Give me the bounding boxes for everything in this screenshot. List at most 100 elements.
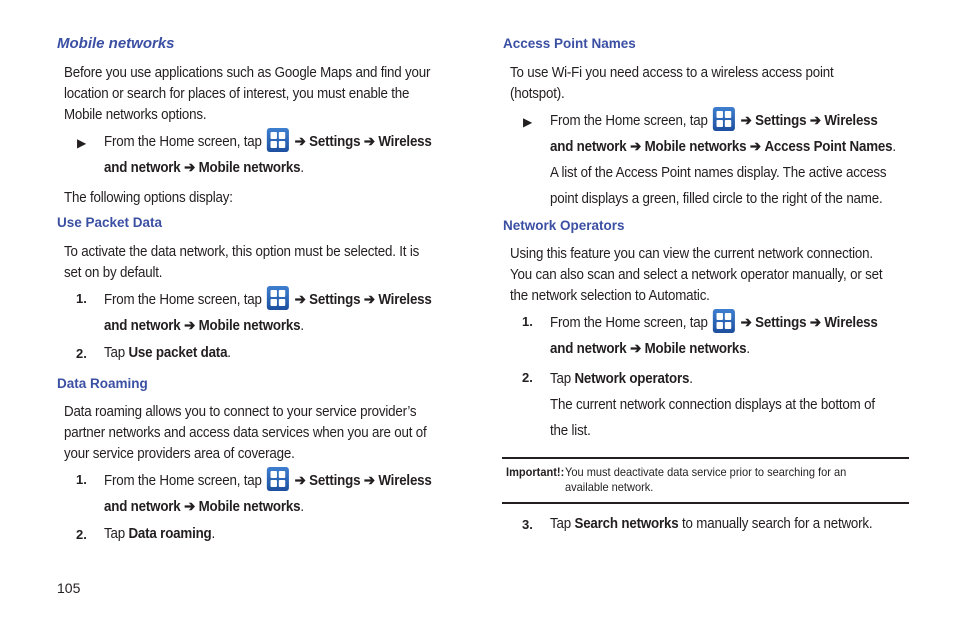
important-note: You must deactivate data service prior t…: [565, 465, 846, 495]
text-line: Mobile networks options.: [64, 107, 207, 123]
step-text: Tap: [104, 526, 129, 542]
bullet-triangle-icon: ▶: [77, 136, 87, 150]
data-roaming-step1: From the Home screen, tap ➔ Settings ➔ W…: [104, 467, 432, 520]
step-text: Tap: [550, 516, 575, 532]
menu-path-wireless: Wireless: [824, 113, 878, 129]
text-line: To use Wi-Fi you need access to a wirele…: [510, 65, 834, 81]
arrow-icon: ➔: [363, 134, 375, 150]
arrow-icon: ➔: [809, 113, 821, 129]
text-line: (hotspot).: [510, 86, 565, 102]
menu-path-settings: Settings: [309, 473, 361, 489]
text-line: The current network connection displays …: [550, 397, 875, 413]
menu-path-wireless: Wireless: [378, 473, 432, 489]
text-line: partner networks and access data service…: [64, 425, 427, 441]
text-line: Before you use applications such as Goog…: [64, 65, 431, 81]
heading-access-point-names: Access Point Names: [503, 36, 636, 51]
arrow-icon: ➔: [740, 315, 752, 331]
arrow-icon: ➔: [294, 292, 306, 308]
menu-path-wireless: Wireless: [378, 292, 432, 308]
note-bottom-rule: [502, 502, 909, 504]
step-text: to manually search for a network.: [678, 516, 873, 532]
data-roaming-intro: Data roaming allows you to connect to yo…: [64, 402, 427, 465]
page-number: 105: [57, 580, 81, 596]
arrow-icon: ➔: [294, 473, 306, 489]
data-roaming-step2: Tap Data roaming.: [104, 524, 215, 545]
use-packet-data-intro: To activate the data network, this optio…: [64, 242, 419, 284]
heading-network-operators: Network Operators: [503, 218, 625, 233]
mobile-networks-intro: Before you use applications such as Goog…: [64, 63, 430, 126]
period: .: [746, 341, 750, 357]
option-name: Data roaming: [128, 526, 212, 542]
arrow-icon: ➔: [184, 318, 196, 334]
option-name: Network operators: [574, 371, 690, 387]
step-number: 1.: [76, 291, 87, 306]
arrow-icon: ➔: [749, 139, 761, 155]
network-operators-step3: Tap Search networks to manually search f…: [550, 514, 873, 535]
arrow-icon: ➔: [363, 473, 375, 489]
step-text: From the Home screen, tap: [104, 134, 262, 150]
step-text: Tap: [104, 345, 129, 361]
text-line: point displays a green, filled circle to…: [550, 191, 883, 207]
text-line: set on by default.: [64, 265, 163, 281]
arrow-icon: ➔: [630, 139, 642, 155]
use-packet-data-step1: From the Home screen, tap ➔ Settings ➔ W…: [104, 286, 432, 339]
text-line: location or search for places of interes…: [64, 86, 410, 102]
period: .: [689, 371, 693, 387]
menu-path-and-network: and network: [104, 160, 181, 176]
apps-grid-icon: [713, 309, 736, 333]
menu-path-and-network: and network: [550, 341, 627, 357]
apps-grid-icon: [267, 128, 290, 152]
heading-use-packet-data: Use Packet Data: [57, 215, 163, 230]
step-text: From the Home screen, tap: [550, 113, 708, 129]
text-line: the network selection to Automatic.: [510, 288, 710, 304]
network-operators-intro: Using this feature you can view the curr…: [510, 244, 883, 307]
following-options-text: The following options display:: [64, 190, 233, 206]
step-text: From the Home screen, tap: [550, 315, 708, 331]
period: .: [300, 318, 304, 334]
apps-grid-icon: [267, 467, 290, 491]
menu-path-and-network: and network: [104, 499, 181, 515]
text-line: Data roaming allows you to connect to yo…: [64, 404, 417, 420]
menu-path-settings: Settings: [309, 134, 361, 150]
option-name: Use packet data: [128, 345, 228, 361]
step-number: 1.: [522, 314, 533, 329]
apps-grid-icon: [713, 107, 736, 131]
text-line: your service providers area of coverage.: [64, 446, 295, 462]
arrow-icon: ➔: [294, 134, 306, 150]
bullet-triangle-icon: ▶: [523, 115, 533, 129]
text-line: Using this feature you can view the curr…: [510, 246, 873, 262]
period: .: [300, 160, 304, 176]
step-number: 2.: [76, 527, 87, 542]
menu-path-settings: Settings: [755, 113, 807, 129]
menu-path-and-network: and network: [104, 318, 181, 334]
arrow-icon: ➔: [630, 341, 642, 357]
menu-path-mobile-networks: Mobile networks: [644, 139, 747, 155]
step-number: 3.: [522, 517, 533, 532]
network-operators-step1: From the Home screen, tap ➔ Settings ➔ W…: [550, 309, 878, 362]
step-text: From the Home screen, tap: [104, 473, 262, 489]
step-text: Tap: [550, 371, 575, 387]
apn-step: From the Home screen, tap ➔ Settings ➔ W…: [550, 107, 896, 212]
text-line: You can also scan and select a network o…: [510, 267, 883, 283]
apps-grid-icon: [267, 286, 290, 310]
network-operators-step2: Tap Network operators. The current netwo…: [550, 366, 875, 444]
text-line: To activate the data network, this optio…: [64, 244, 420, 260]
period: .: [300, 499, 304, 515]
period: .: [892, 139, 896, 155]
menu-path-mobile-networks: Mobile networks: [198, 318, 301, 334]
arrow-icon: ➔: [184, 499, 196, 515]
heading-data-roaming: Data Roaming: [57, 376, 148, 391]
arrow-icon: ➔: [740, 113, 752, 129]
menu-path-wireless: Wireless: [824, 315, 878, 331]
step-number: 2.: [76, 346, 87, 361]
text-line: the list.: [550, 423, 591, 439]
period: .: [211, 526, 216, 542]
period: .: [227, 345, 231, 361]
heading-mobile-networks: Mobile networks: [57, 35, 175, 52]
menu-path-settings: Settings: [755, 315, 807, 331]
text-line: You must deactivate data service prior t…: [565, 465, 847, 479]
step-number: 2.: [522, 370, 533, 385]
menu-path-and-network: and network: [550, 139, 627, 155]
menu-path-settings: Settings: [309, 292, 361, 308]
menu-path-mobile-networks: Mobile networks: [198, 160, 301, 176]
